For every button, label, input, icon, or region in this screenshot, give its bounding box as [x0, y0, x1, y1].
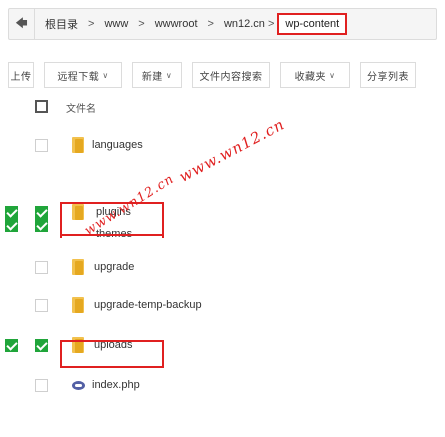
remote-download-label: 远程下载: [57, 71, 100, 83]
back-arrow-icon[interactable]: 🡄: [9, 9, 35, 39]
remote-download-button[interactable]: 远程下载 ∨: [44, 62, 122, 88]
list-item[interactable]: index.php: [0, 368, 445, 402]
file-name[interactable]: index.php: [92, 379, 140, 391]
row-checkbox[interactable]: [35, 379, 48, 392]
row-checkbox[interactable]: [35, 339, 48, 352]
file-toolbar: 上传 远程下载 ∨ 新建 ∨ 文件内容搜索 收藏夹 ∨ 分享列表: [8, 62, 416, 88]
row-checkbox[interactable]: [35, 261, 48, 274]
breadcrumb: 根目录 > www > wwwroot > wn12.cn > wp-conte…: [35, 13, 348, 35]
upload-label: 上传: [10, 71, 32, 83]
breadcrumb-www[interactable]: www: [104, 18, 128, 30]
share-list-button[interactable]: 分享列表: [360, 62, 416, 88]
list-item[interactable]: upgrade-temp-backup: [0, 288, 445, 322]
breadcrumb-separator: >: [207, 18, 214, 30]
chevron-down-icon: ∨: [102, 70, 109, 80]
breadcrumb-wwwroot[interactable]: wwwroot: [155, 18, 198, 30]
row-checkbox[interactable]: [35, 206, 48, 219]
upload-button[interactable]: 上传: [8, 62, 34, 88]
favorites-label: 收藏夹: [294, 71, 327, 83]
php-file-icon: [72, 381, 85, 390]
list-header: 文件名: [0, 90, 445, 124]
row-checkbox[interactable]: [5, 219, 18, 232]
file-name[interactable]: languages: [92, 139, 143, 151]
row-checkbox[interactable]: [5, 206, 18, 219]
folder-icon: [72, 137, 84, 153]
new-button[interactable]: 新建 ∨: [132, 62, 182, 88]
new-label: 新建: [141, 71, 163, 83]
favorites-button[interactable]: 收藏夹 ∨: [280, 62, 350, 88]
chevron-down-icon: ∨: [165, 70, 173, 80]
breadcrumb-separator: >: [138, 18, 145, 30]
chevron-down-icon: ∨: [329, 70, 336, 80]
highlight-box-uploads: [60, 340, 164, 368]
content-search-button[interactable]: 文件内容搜索: [192, 62, 270, 88]
breadcrumb-separator: >: [267, 18, 275, 30]
list-item[interactable]: upgrade: [0, 250, 445, 284]
breadcrumb-separator: >: [88, 18, 95, 30]
file-name[interactable]: upgrade-temp-backup: [94, 299, 202, 311]
share-list-label: 分享列表: [367, 71, 409, 83]
select-all-checkbox[interactable]: [35, 100, 48, 113]
breadcrumb-site[interactable]: wn12.cn: [224, 18, 265, 30]
folder-icon: [72, 297, 84, 313]
row-checkbox[interactable]: [5, 339, 18, 352]
row-checkbox[interactable]: [35, 139, 48, 152]
address-bar[interactable]: 🡄 根目录 > www > wwwroot > wn12.cn > wp-con…: [8, 8, 437, 40]
breadcrumb-current[interactable]: wp-content: [277, 13, 348, 35]
row-checkbox[interactable]: [35, 219, 48, 232]
folder-icon: [72, 259, 84, 275]
content-search-label: 文件内容搜索: [199, 71, 263, 83]
row-checkbox[interactable]: [35, 299, 48, 312]
breadcrumb-root[interactable]: 根目录: [45, 16, 78, 32]
file-name[interactable]: upgrade: [94, 261, 134, 273]
column-filename: 文件名: [66, 103, 96, 115]
